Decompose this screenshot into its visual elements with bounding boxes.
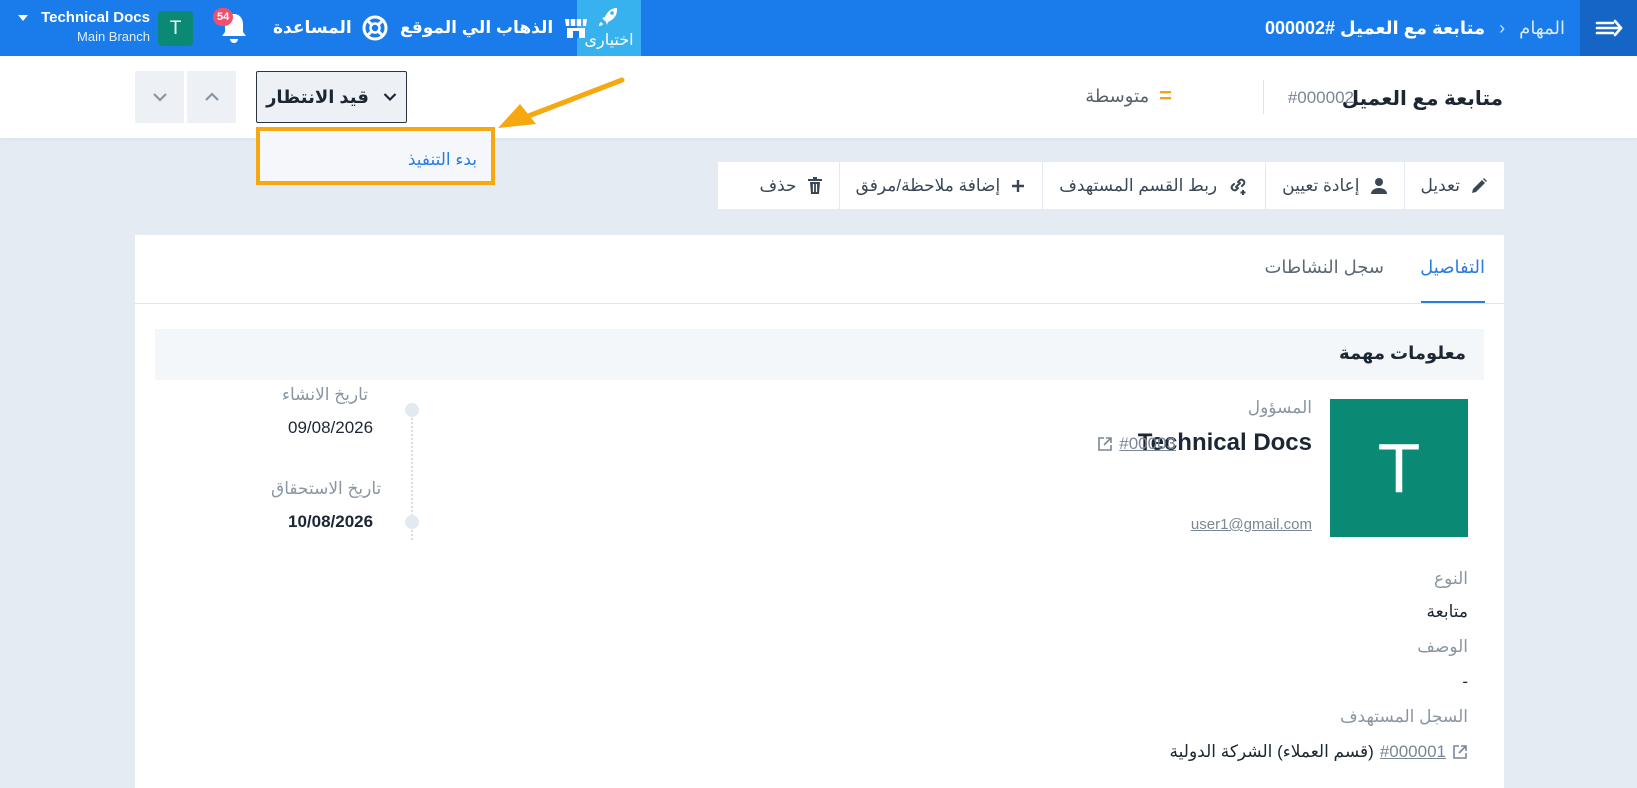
assignee-email-link[interactable]: user1@gmail.com bbox=[1191, 516, 1312, 533]
account-branch: Main Branch bbox=[77, 29, 150, 44]
link-department-button[interactable]: ربط القسم المستهدف bbox=[1042, 162, 1265, 209]
go-to-site-label: الذهاب الي الموقع bbox=[400, 18, 554, 37]
timeline-dot-created bbox=[405, 403, 419, 417]
delete-button[interactable]: حذف bbox=[744, 162, 839, 209]
add-note-button[interactable]: إضافة ملاحظة/مرفق bbox=[838, 162, 1043, 209]
description-label: الوصف bbox=[1417, 637, 1468, 656]
help-link[interactable]: المساعدة bbox=[273, 0, 388, 56]
start-execution-option[interactable]: بدء التنفيذ bbox=[408, 150, 477, 170]
add-note-label: إضافة ملاحظة/مرفق bbox=[855, 175, 1001, 195]
chevron-down-icon bbox=[383, 93, 397, 102]
assignee-avatar: T bbox=[1330, 399, 1468, 537]
help-label: المساعدة bbox=[273, 18, 352, 37]
type-value: متابعة bbox=[1426, 602, 1468, 621]
section-header: معلومات مهمة bbox=[155, 329, 1484, 380]
ikhtiyari-label: اختيارى bbox=[584, 32, 634, 49]
priority-label: متوسطة bbox=[1085, 85, 1150, 106]
menu-toggle-button[interactable] bbox=[1580, 0, 1637, 56]
breadcrumb: المهام › متابعة مع العميل #000002 bbox=[1265, 0, 1565, 56]
notifications-badge: 54 bbox=[213, 8, 234, 26]
breadcrumb-current: متابعة مع العميل #000002 bbox=[1264, 17, 1486, 38]
account-switcher[interactable]: Technical Docs Main Branch bbox=[14, 9, 150, 44]
assignee-id-link-group: #00003 bbox=[1097, 434, 1176, 454]
task-number: #000002 bbox=[1287, 88, 1354, 107]
due-date-value: 10/08/2026 bbox=[288, 512, 374, 531]
top-bar: المهام › متابعة مع العميل #000002 اختيار… bbox=[0, 0, 1637, 56]
external-link-icon[interactable] bbox=[1452, 744, 1468, 760]
created-date-label: تاريخ الانشاء bbox=[282, 385, 369, 404]
link-department-label: ربط القسم المستهدف bbox=[1059, 175, 1218, 195]
plus-icon bbox=[1012, 179, 1025, 192]
reassign-button[interactable]: إعادة تعيين bbox=[1265, 162, 1403, 209]
tab-activity-log[interactable]: سجل النشاطات bbox=[1264, 257, 1384, 278]
target-record-text: (قسم العملاء) الشركة الدولية bbox=[1169, 742, 1374, 761]
chevron-up-icon bbox=[204, 92, 219, 101]
next-task-button[interactable] bbox=[135, 71, 184, 123]
description-value: - bbox=[1462, 672, 1468, 691]
assignee-label: المسؤول bbox=[1247, 398, 1312, 417]
caret-down-icon bbox=[18, 15, 28, 21]
priority-medium-icon: = bbox=[1159, 83, 1172, 108]
user-avatar[interactable]: T bbox=[158, 11, 193, 46]
target-record: (قسم العملاء) الشركة الدولية #000001 bbox=[1170, 742, 1468, 762]
tabs-divider bbox=[135, 303, 1504, 304]
task-details-card: التفاصيل سجل النشاطات معلومات مهمة T الم… bbox=[135, 235, 1504, 788]
store-icon bbox=[565, 19, 588, 38]
assignee-id-link[interactable]: #00003 bbox=[1119, 434, 1176, 454]
trash-icon bbox=[807, 176, 822, 194]
breadcrumb-separator: › bbox=[1499, 17, 1506, 38]
breadcrumb-tasks-link[interactable]: المهام bbox=[1519, 18, 1565, 39]
link-add-icon bbox=[1230, 178, 1246, 195]
reassign-label: إعادة تعيين bbox=[1282, 175, 1360, 195]
timeline-dot-due bbox=[405, 515, 419, 529]
section-title: معلومات مهمة bbox=[1339, 343, 1466, 363]
created-date-value: 09/08/2026 bbox=[288, 418, 374, 437]
annotation-arrow bbox=[498, 77, 625, 128]
external-link-icon[interactable] bbox=[1097, 436, 1113, 452]
due-date-label: تاريخ الاستحقاق bbox=[271, 479, 382, 498]
status-dropdown-menu: بدء التنفيذ bbox=[256, 127, 495, 185]
status-dropdown-button[interactable]: قيد الانتظار bbox=[256, 71, 407, 123]
type-label: النوع bbox=[1434, 569, 1468, 588]
edit-label: تعديل bbox=[1420, 175, 1460, 195]
task-title: متابعة مع العميل bbox=[1341, 88, 1503, 110]
lifebuoy-icon bbox=[362, 15, 388, 41]
chevron-down-icon bbox=[152, 93, 167, 102]
delete-label: حذف bbox=[759, 175, 797, 195]
menu-arrow-icon bbox=[1595, 19, 1622, 37]
header-divider bbox=[1263, 80, 1264, 114]
target-record-link[interactable]: #000001 bbox=[1380, 742, 1446, 762]
status-label: قيد الانتظار bbox=[266, 86, 369, 107]
previous-task-button[interactable] bbox=[187, 71, 236, 123]
person-icon bbox=[1370, 177, 1387, 194]
action-toolbar: تعديل إعادة تعيين ربط القسم المستهدف إضا… bbox=[718, 162, 1504, 209]
go-to-site-link[interactable]: الذهاب الي الموقع bbox=[400, 0, 589, 56]
target-record-label: السجل المستهدف bbox=[1339, 707, 1468, 726]
priority-indicator: = متوسطة bbox=[1085, 85, 1172, 107]
pencil-icon bbox=[1472, 177, 1487, 193]
edit-button[interactable]: تعديل bbox=[1403, 162, 1504, 209]
account-name: Technical Docs bbox=[41, 9, 150, 26]
rocket-icon bbox=[599, 8, 617, 26]
tab-details[interactable]: التفاصيل bbox=[1420, 257, 1485, 278]
